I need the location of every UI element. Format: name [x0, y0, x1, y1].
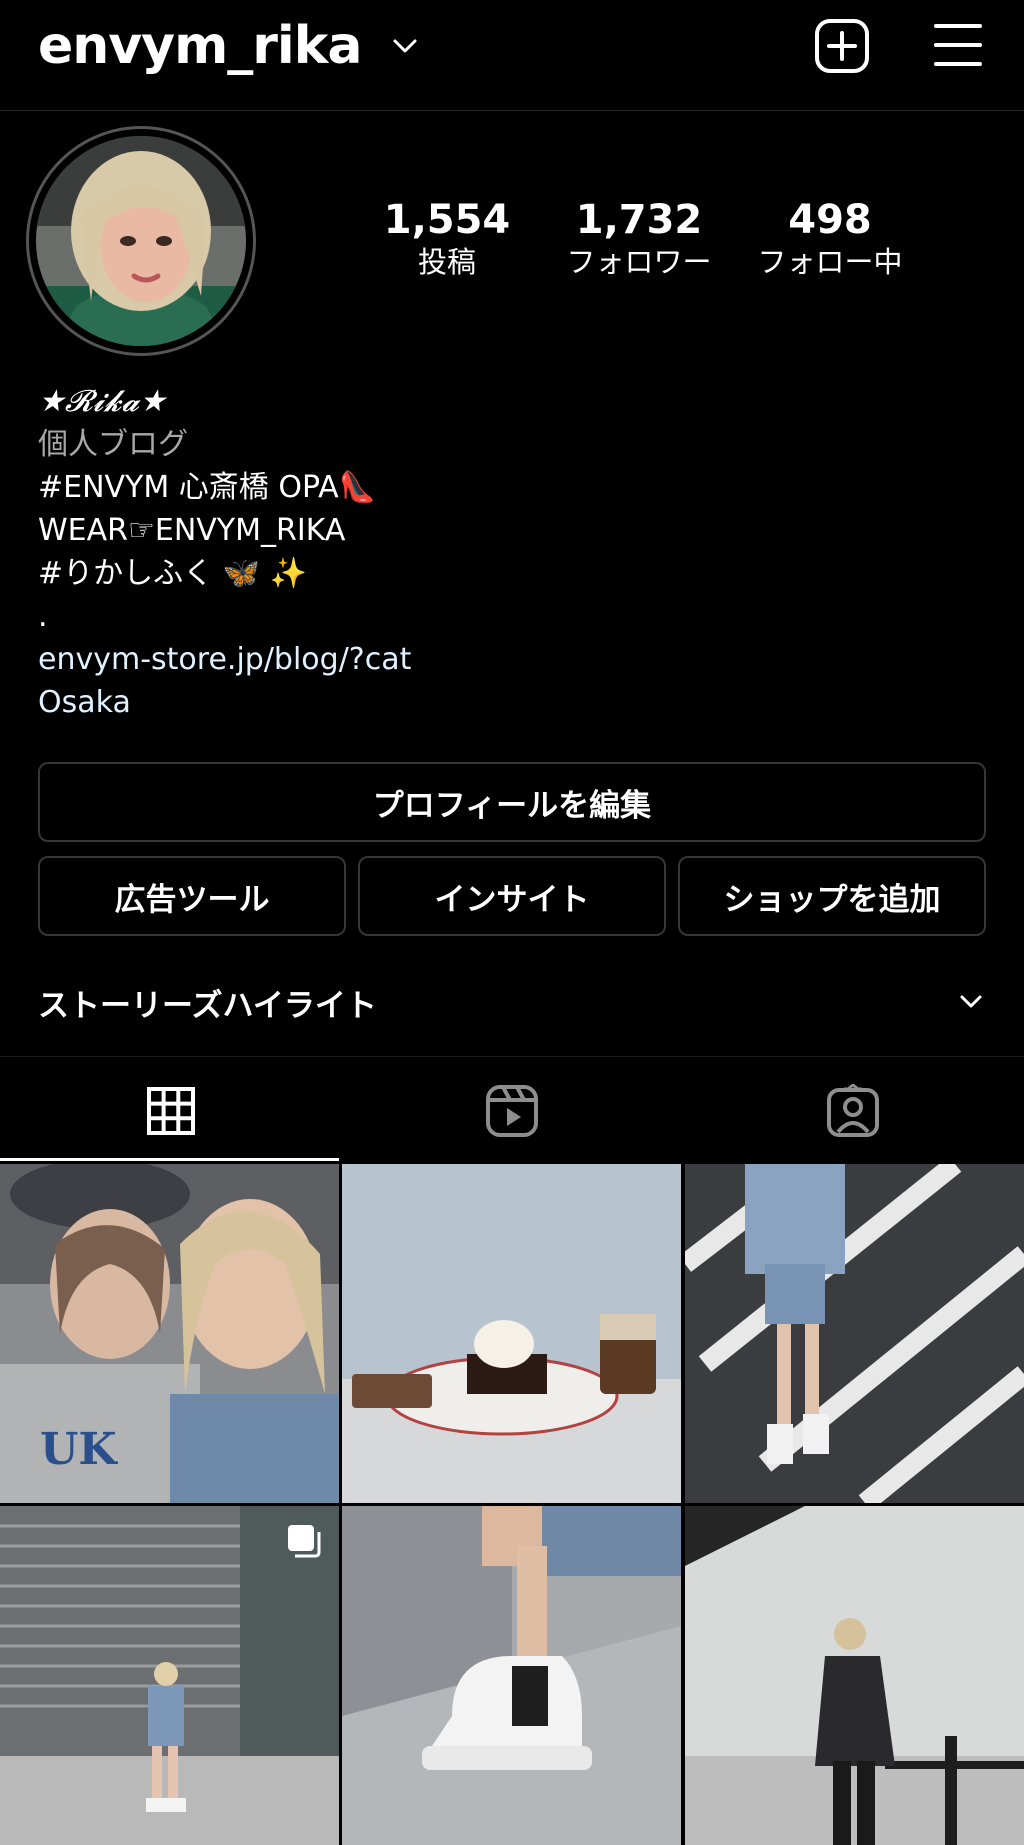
chevron-down-icon[interactable] [392, 36, 418, 56]
ad-tools-button[interactable]: 広告ツール [38, 856, 346, 936]
avatar[interactable] [36, 136, 246, 346]
hamburger-menu-icon[interactable] [930, 20, 986, 70]
top-header: envym_rika [0, 0, 1024, 111]
username-title[interactable]: envym_rika [38, 14, 362, 78]
profile-name: ★𝓡𝓲𝓴𝓪★ [38, 384, 167, 419]
plus-square-icon[interactable] [814, 18, 870, 74]
bio-line: . [38, 599, 48, 634]
post-thumbnail[interactable] [685, 1506, 1024, 1845]
profile-tabs [0, 1056, 1024, 1163]
tab-tagged[interactable] [682, 1057, 1023, 1164]
following-count: 498 [788, 197, 872, 243]
post-thumbnail[interactable] [0, 1506, 339, 1845]
post-thumbnail[interactable] [685, 1164, 1024, 1503]
profile-location[interactable]: Osaka [38, 681, 988, 724]
followers-label: フォロワー [566, 245, 712, 279]
followers-count: 1,732 [575, 197, 703, 243]
insights-button[interactable]: インサイト [358, 856, 666, 936]
reels-icon [485, 1084, 538, 1137]
profile-link[interactable]: envym-store.jp/blog/?cat [38, 638, 988, 681]
posts-label: 投稿 [417, 245, 476, 279]
add-shop-button[interactable]: ショップを追加 [678, 856, 986, 936]
bio-line: #ENVYM 心斎橋 OPA👠 [38, 470, 376, 505]
active-tab-indicator [0, 1158, 339, 1161]
post-thumbnail[interactable] [342, 1506, 681, 1845]
stat-followers[interactable]: 1,732 フォロワー [544, 196, 734, 280]
grid-icon [146, 1086, 195, 1135]
following-label: フォロー中 [757, 245, 903, 279]
story-highlights-label[interactable]: ストーリーズハイライト [38, 980, 377, 1025]
posts-count: 1,554 [383, 197, 511, 243]
edit-profile-button[interactable]: プロフィールを編集 [38, 762, 986, 842]
tab-reels[interactable] [341, 1057, 682, 1164]
multiple-photos-icon [288, 1525, 321, 1558]
bio-section: ★𝓡𝓲𝓴𝓪★ 個人ブログ #ENVYM 心斎橋 OPA👠 WEAR☞ENVYM_… [38, 380, 988, 724]
post-thumbnail[interactable]: UK [0, 1164, 339, 1503]
tab-grid[interactable] [0, 1057, 341, 1164]
tagged-icon [826, 1083, 879, 1137]
chevron-down-icon[interactable] [958, 992, 984, 1012]
stat-posts[interactable]: 1,554 投稿 [352, 196, 542, 280]
post-thumbnail[interactable] [342, 1164, 681, 1503]
bio-line: #りかしふく 🦋 ✨ [38, 556, 307, 591]
profile-category: 個人ブログ [38, 427, 188, 462]
stat-following[interactable]: 498 フォロー中 [735, 196, 925, 280]
bio-line: WEAR☞ENVYM_RIKA [38, 513, 346, 548]
svg-text:UK: UK [40, 1424, 118, 1475]
